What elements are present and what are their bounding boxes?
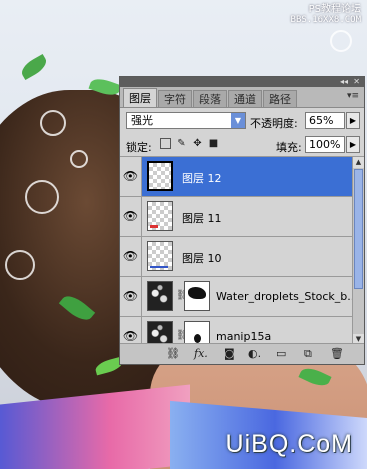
layer-name[interactable]: 图层 12 <box>182 170 222 186</box>
opacity-field[interactable]: 65% <box>305 112 345 129</box>
new-group-folder-icon[interactable]: ▭ <box>276 347 286 361</box>
eye-icon[interactable]: 👁 <box>120 197 142 236</box>
blend-mode-select[interactable]: 强光 ▼ <box>126 112 246 129</box>
layer-mask-thumbnail[interactable] <box>184 281 210 311</box>
scrollbar-thumb[interactable] <box>354 169 363 289</box>
lock-label: 锁定: <box>126 141 152 154</box>
link-layers-icon[interactable]: ⛓ <box>166 347 180 361</box>
layer-row[interactable]: 👁 ⛓ Water_droplets_Stock_b... <box>120 277 352 317</box>
layers-panel: ◂◂ ✕ 图层 字符 段落 通道 路径 ▾≡ 强光 ▼ 不透明度: 65% ▶ … <box>119 76 365 365</box>
opacity-slider-button[interactable]: ▶ <box>346 112 360 129</box>
layer-row[interactable]: 👁 图层 10 <box>120 237 352 277</box>
lock-all-icon[interactable]: ■ <box>208 138 219 149</box>
layer-mask-thumbnail[interactable] <box>184 321 210 345</box>
layer-thumbnail <box>147 321 173 345</box>
watermark-top: PS教程论坛 BBS.16XX8.COM <box>291 4 361 26</box>
watermark-bottom: UiBQ.CoM <box>225 430 353 458</box>
layer-row[interactable]: 👁 图层 12 <box>120 157 352 197</box>
layer-name[interactable]: manip15a <box>216 330 271 343</box>
tab-paragraph[interactable]: 段落 <box>193 90 227 107</box>
layers-scrollbar[interactable]: ▲ ▼ <box>352 157 364 345</box>
panel-titlebar[interactable]: ◂◂ ✕ <box>120 77 364 87</box>
add-mask-icon[interactable]: ◙ <box>224 347 235 361</box>
fill-label: 填充: <box>276 141 302 154</box>
tab-paths[interactable]: 路径 <box>263 90 297 107</box>
fx-icon[interactable]: fx. <box>194 347 208 361</box>
panel-bottom-toolbar: ⛓ fx. ◙ ◐. ▭ ⧉ 🗑 <box>120 343 364 364</box>
adjustment-layer-icon[interactable]: ◐. <box>248 347 261 361</box>
eye-icon[interactable]: 👁 <box>120 157 142 196</box>
panel-tabs: 图层 字符 段落 通道 路径 ▾≡ <box>120 87 364 108</box>
chevron-down-icon[interactable]: ▼ <box>231 113 245 128</box>
close-icon[interactable]: ✕ <box>353 77 360 87</box>
fill-field[interactable]: 100% <box>305 136 345 153</box>
lock-image-brush-icon[interactable]: ✎ <box>176 138 187 149</box>
layer-thumbnail <box>147 201 173 231</box>
lock-position-move-icon[interactable]: ✥ <box>192 138 203 149</box>
layer-name[interactable]: 图层 11 <box>182 210 222 226</box>
scroll-up-icon[interactable]: ▲ <box>353 157 364 168</box>
eye-icon[interactable]: 👁 <box>120 277 142 316</box>
watermark-top-line1: PS教程论坛 <box>308 4 361 15</box>
layers-list: 👁 图层 12 👁 图层 11 👁 图层 10 👁 ⛓ Water_drople… <box>120 157 352 345</box>
layer-thumbnail <box>147 161 173 191</box>
watermark-top-line2: BBS.16XX8.COM <box>290 15 361 25</box>
collapse-icon[interactable]: ◂◂ <box>340 77 348 87</box>
blend-mode-value: 强光 <box>131 114 153 127</box>
layer-row[interactable]: 👁 ⛓ manip15a <box>120 317 352 345</box>
fill-slider-button[interactable]: ▶ <box>346 136 360 153</box>
layer-thumbnail <box>147 241 173 271</box>
tab-layers[interactable]: 图层 <box>123 88 157 107</box>
new-layer-icon[interactable]: ⧉ <box>304 347 312 361</box>
layer-row[interactable]: 👁 图层 11 <box>120 197 352 237</box>
opacity-label: 不透明度: <box>250 117 298 130</box>
eye-icon[interactable]: 👁 <box>120 317 142 345</box>
tab-channels[interactable]: 通道 <box>228 90 262 107</box>
layer-thumbnail <box>147 281 173 311</box>
layer-name[interactable]: 图层 10 <box>182 250 222 266</box>
lock-transparency-icon[interactable] <box>160 138 171 149</box>
trash-icon[interactable]: 🗑 <box>330 347 344 361</box>
layer-name[interactable]: Water_droplets_Stock_b... <box>216 290 352 303</box>
eye-icon[interactable]: 👁 <box>120 237 142 276</box>
tab-character[interactable]: 字符 <box>158 90 192 107</box>
panel-menu-icon[interactable]: ▾≡ <box>347 91 359 101</box>
